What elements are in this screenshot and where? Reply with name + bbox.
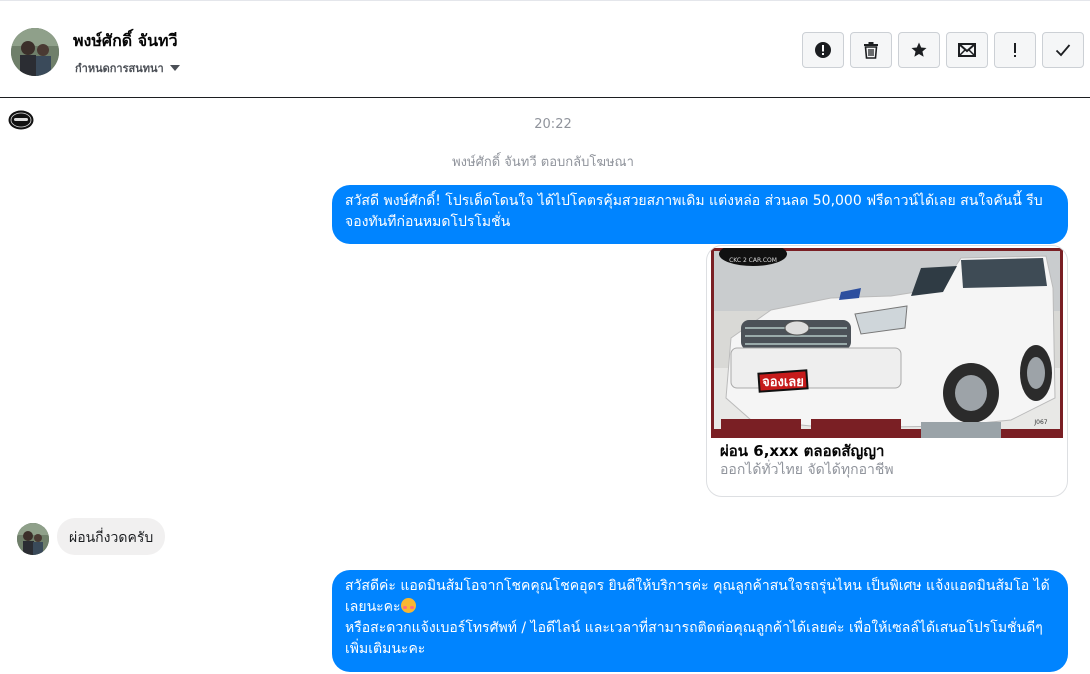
conversation-label[interactable]: กำหนดการสนทนา: [75, 59, 180, 77]
ad-reply-notice: พงษ์ศักดิ์ จันทวี ตอบกลับโฆษณา: [452, 155, 634, 170]
message-timestamp: 20:22: [534, 117, 572, 132]
message-line: หรือสะดวกแจ้งเบอร์โทรศัพท์ / ไอดีไลน์ แล…: [345, 620, 1043, 657]
header-actions: [802, 32, 1084, 68]
ad-card-subtitle: ออกได้ทั่วไทย จัดได้ทุกอาชีพ: [720, 462, 894, 478]
incoming-message[interactable]: ผ่อนกี่งวดครับ: [57, 518, 166, 555]
svg-text:CKC 2 CAR.COM: CKC 2 CAR.COM: [729, 257, 777, 264]
checkmark-icon: [1055, 44, 1071, 57]
outgoing-message[interactable]: สวัสดีค่ะ แอดมินส้มโอจากโชคคุณโชคอุดร ยิ…: [332, 570, 1068, 672]
mark-important-button[interactable]: [994, 32, 1036, 68]
conversation-label-text: กำหนดการสนทนา: [75, 62, 164, 75]
caret-down-icon: [169, 65, 180, 71]
smiling-face-with-hearts-icon: [400, 598, 416, 613]
ad-code-text: J067: [1033, 419, 1047, 426]
mark-done-button[interactable]: [1042, 32, 1084, 68]
contact-name[interactable]: พงษ์ศักดิ์ จันทวี: [73, 29, 178, 54]
contact-avatar-small[interactable]: [17, 523, 49, 555]
mail-icon: [958, 43, 976, 57]
mark-spam-button[interactable]: [802, 32, 844, 68]
ad-card[interactable]: CKC 2 CAR.COM จองเลย J067 ผ่อน 6,xxx ตลอ…: [706, 245, 1068, 497]
ad-badge-text: จองเลย: [762, 375, 804, 390]
delete-button[interactable]: [850, 32, 892, 68]
outgoing-message[interactable]: สวัสดี พงษ์ศักดิ์! โปรเด็ดโดนใจ ได้ไปโคต…: [332, 185, 1068, 244]
spam-icon: [815, 42, 831, 58]
contact-avatar[interactable]: [11, 28, 59, 76]
ad-card-image[interactable]: CKC 2 CAR.COM จองเลย J067: [711, 246, 1063, 438]
mark-unread-button[interactable]: [946, 32, 988, 68]
star-icon: [911, 42, 927, 57]
conversation-header: พงษ์ศักดิ์ จันทวี กำหนดการสนทนา: [0, 3, 1090, 98]
star-button[interactable]: [898, 32, 940, 68]
important-icon: [1014, 43, 1016, 57]
message-line: สวัสดีค่ะ แอดมินส้มโอจากโชคคุณโชคอุดร ยิ…: [345, 578, 1050, 615]
trash-icon: [864, 42, 878, 59]
